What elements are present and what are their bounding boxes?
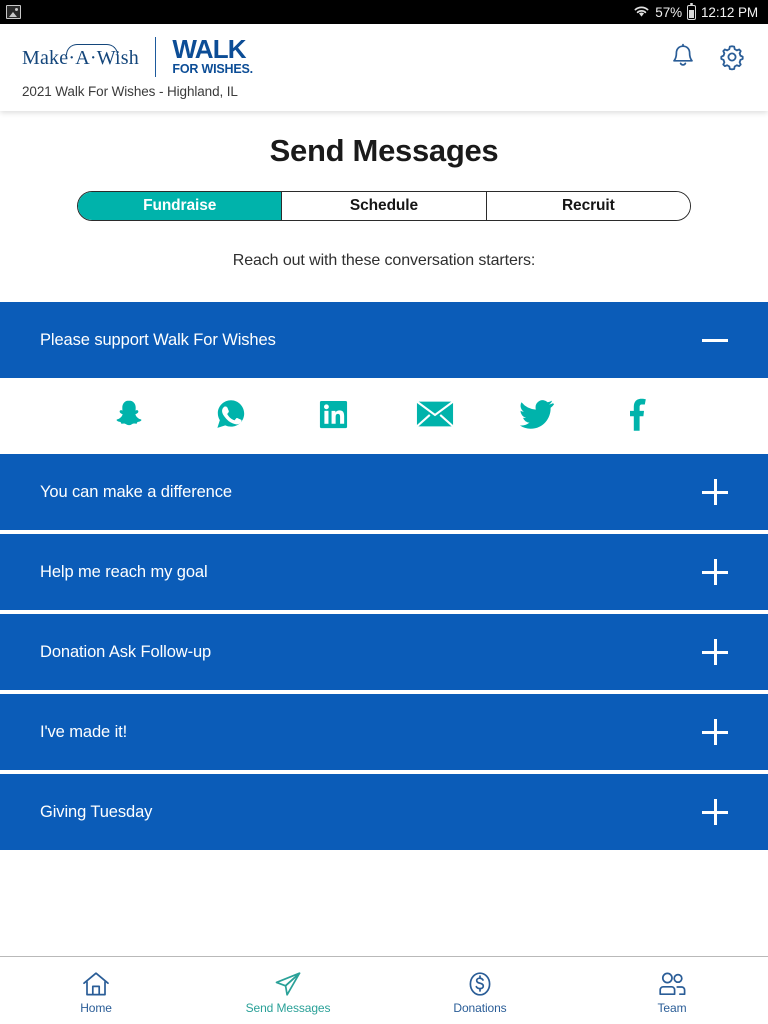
accordion-header-donation-ask-follow-up[interactable]: Donation Ask Follow-up: [0, 614, 768, 690]
paper-plane-icon: [275, 972, 301, 996]
linkedin-icon[interactable]: [313, 394, 353, 434]
accordion-title: Please support Walk For Wishes: [40, 330, 276, 349]
brand-logo: Make·A·Wish WALK FOR WISHES.: [22, 36, 253, 78]
status-bar: 57% 12:12 PM: [0, 0, 768, 24]
plus-icon[interactable]: [702, 559, 728, 585]
accordion-title: You can make a difference: [40, 482, 232, 501]
bottom-navigation: Home Send Messages Donations Team: [0, 956, 768, 1024]
page-title: Send Messages: [269, 133, 499, 168]
event-name-label: 2021 Walk For Wishes - Highland, IL: [22, 84, 238, 99]
subhead-label: Reach out with these conversation starte…: [232, 252, 536, 269]
plus-icon[interactable]: [702, 479, 728, 505]
nav-item-home[interactable]: Home: [0, 966, 192, 1015]
plus-icon[interactable]: [702, 639, 728, 665]
nav-label-send-messages: Send Messages: [245, 1001, 331, 1015]
conversation-starters-accordion: Please support Walk For Wishes You can m…: [0, 302, 768, 850]
minus-icon[interactable]: [702, 327, 728, 353]
email-icon[interactable]: [415, 394, 455, 434]
accordion-item: You can make a difference: [0, 454, 768, 530]
accordion-title: I've made it!: [40, 722, 128, 741]
accordion-title: Donation Ask Follow-up: [40, 642, 212, 661]
make-a-wish-logo: Make·A·Wish: [22, 43, 139, 70]
accordion-header-giving-tuesday[interactable]: Giving Tuesday: [0, 774, 768, 850]
nav-label-team: Team: [657, 1001, 687, 1015]
accordion-item: I've made it!: [0, 694, 768, 770]
nav-item-send-messages[interactable]: Send Messages: [192, 966, 384, 1015]
accordion-header-please-support[interactable]: Please support Walk For Wishes: [0, 302, 768, 378]
accordion-title: Help me reach my goal: [40, 562, 208, 581]
message-type-tabs: Fundraise Schedule Recruit: [77, 191, 691, 221]
nav-item-team[interactable]: Team: [576, 966, 768, 1015]
home-icon: [83, 972, 109, 996]
walk-for-wishes-logo: WALK FOR WISHES.: [172, 34, 253, 78]
accordion-item: Please support Walk For Wishes: [0, 302, 768, 450]
snapchat-icon[interactable]: [109, 394, 149, 434]
battery-percent-label: 57%: [655, 4, 683, 20]
gear-icon[interactable]: [718, 43, 746, 71]
nav-label-home: Home: [80, 1001, 112, 1015]
accordion-title: Giving Tuesday: [40, 802, 153, 821]
bell-icon[interactable]: [670, 43, 696, 71]
share-options-row: [0, 378, 768, 450]
tab-schedule[interactable]: Schedule: [282, 192, 487, 220]
image-notification-icon: [6, 5, 21, 19]
accordion-header-you-can-make-a-difference[interactable]: You can make a difference: [0, 454, 768, 530]
people-icon: [659, 972, 686, 996]
main-content: Send Messages Fundraise Schedule Recruit…: [0, 111, 768, 956]
whatsapp-icon[interactable]: [211, 394, 251, 434]
app-screen: 57% 12:12 PM Make·A·Wish WALK FOR WISHES…: [0, 0, 768, 1024]
status-bar-right: 57% 12:12 PM: [633, 2, 758, 20]
accordion-item: Giving Tuesday: [0, 774, 768, 850]
walk-logo-text: WALK: [172, 34, 246, 65]
logo-divider: [154, 37, 157, 77]
wifi-icon: [634, 6, 649, 17]
status-bar-left: [6, 5, 21, 19]
nav-label-donations: Donations: [453, 1001, 507, 1015]
twitter-icon[interactable]: [517, 394, 557, 434]
clock-label: 12:12 PM: [701, 4, 758, 20]
accordion-item: Donation Ask Follow-up: [0, 614, 768, 690]
tab-fundraise[interactable]: Fundraise: [78, 192, 283, 220]
accordion-item: Help me reach my goal: [0, 534, 768, 610]
accordion-header-help-me-reach-my-goal[interactable]: Help me reach my goal: [0, 534, 768, 610]
make-a-wish-arc-icon: [66, 43, 118, 55]
for-wishes-logo-text: FOR WISHES.: [172, 62, 253, 77]
battery-icon: [687, 2, 697, 20]
nav-item-donations[interactable]: Donations: [384, 966, 576, 1015]
app-header: Make·A·Wish WALK FOR WISHES. 2021 Walk F…: [0, 24, 768, 111]
plus-icon[interactable]: [702, 719, 728, 745]
accordion-header-ive-made-it[interactable]: I've made it!: [0, 694, 768, 770]
facebook-icon[interactable]: [619, 394, 659, 434]
tab-recruit[interactable]: Recruit: [486, 192, 690, 220]
dollar-circle-icon: [469, 972, 491, 996]
plus-icon[interactable]: [702, 799, 728, 825]
header-top-row: Make·A·Wish WALK FOR WISHES.: [22, 24, 746, 82]
header-actions: [670, 43, 746, 71]
